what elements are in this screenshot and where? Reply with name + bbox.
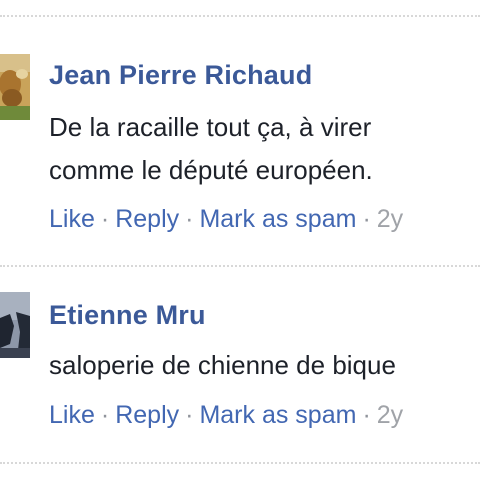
timestamp[interactable]: 2y [377,401,403,429]
avatar-image [0,54,30,120]
comment-text-line: comme le député européen. [49,155,373,185]
comment-item: Jean Pierre Richaud De la racaille tout … [0,50,480,250]
like-link[interactable]: Like [49,205,95,233]
mark-as-spam-link[interactable]: Mark as spam [199,401,356,429]
separator: · [100,205,110,233]
separator: · [362,401,371,429]
separator: · [185,401,194,429]
comment-actions: Like · Reply · Mark as spam · 2y [49,205,403,234]
avatar[interactable] [0,292,30,358]
reply-link[interactable]: Reply [115,401,179,429]
comment-author[interactable]: Etienne Mru [49,300,206,331]
comment-text-line: saloperie de chienne de bique [49,350,396,380]
avatar-image [0,292,30,358]
comment-thread: Jean Pierre Richaud De la racaille tout … [0,0,480,480]
comment-text-line: De la racaille tout ça, à virer [49,112,372,142]
mark-as-spam-link[interactable]: Mark as spam [199,205,356,233]
timestamp[interactable]: 2y [377,205,403,233]
divider [0,265,480,267]
divider [0,15,480,17]
comment-author[interactable]: Jean Pierre Richaud [49,60,312,91]
separator: · [362,205,371,233]
like-link[interactable]: Like [49,401,95,429]
comment-actions: Like · Reply · Mark as spam · 2y [49,401,403,430]
avatar[interactable] [0,54,30,120]
separator: · [100,401,110,429]
divider [0,462,480,464]
separator: · [185,205,194,233]
comment-item: Etienne Mru saloperie de chienne de biqu… [0,290,480,450]
reply-link[interactable]: Reply [115,205,179,233]
